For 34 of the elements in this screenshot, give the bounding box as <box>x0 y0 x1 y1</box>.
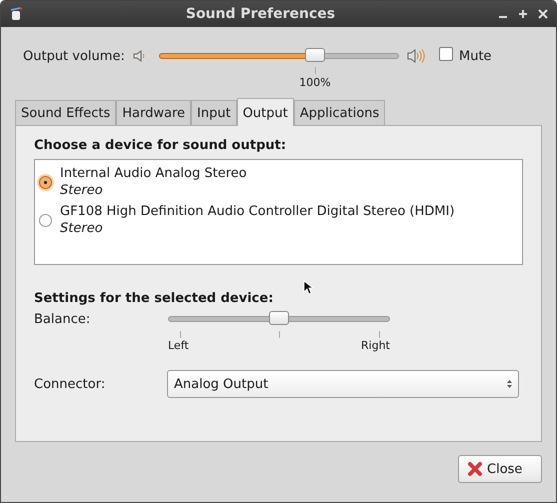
output-volume-label: Output volume: <box>23 49 126 64</box>
close-button[interactable]: Close <box>458 455 542 483</box>
window-title: Sound Preferences <box>184 6 336 22</box>
speaker-low-icon <box>133 49 145 63</box>
section-heading: Choose a device for sound output: <box>34 138 288 153</box>
device-profile: Stereo <box>60 182 104 199</box>
device-name[interactable]: GF108 High Definition Audio Controller Digital Stereo (HDMI) <box>60 203 455 220</box>
left-label: Left <box>168 339 189 352</box>
section-heading: Settings for the selected device: <box>34 291 274 306</box>
device-name[interactable]: Internal Audio Analog Stereo <box>60 165 247 182</box>
radio-button[interactable] <box>39 176 52 188</box>
mute-checkbox[interactable] <box>439 47 453 61</box>
balance-label: Balance: <box>34 312 92 329</box>
device-profile: Stereo <box>60 220 104 237</box>
slider[interactable] <box>159 47 399 65</box>
slider[interactable] <box>168 310 390 328</box>
right-label: Right <box>361 339 390 352</box>
spinner-arrows-icon <box>507 380 512 388</box>
close-icon <box>467 461 483 477</box>
maximize-icon[interactable] <box>518 9 528 19</box>
tab[interactable]: Input <box>191 100 237 125</box>
mouse-cursor-icon <box>303 280 313 295</box>
speaker-high-icon <box>407 48 425 64</box>
tab[interactable]: Applications <box>294 100 386 125</box>
connector-dropdown[interactable]: Analog Output <box>167 370 519 398</box>
mute-label: Mute <box>459 49 492 64</box>
tab[interactable]: Output <box>236 98 294 126</box>
radio-button[interactable] <box>39 214 52 226</box>
connector-label: Connector: <box>34 376 106 392</box>
volume-reading: 100% <box>299 76 331 89</box>
close-icon[interactable] <box>538 9 548 19</box>
tab[interactable]: Sound Effects <box>15 100 116 125</box>
tab[interactable]: Hardware <box>116 100 192 125</box>
app-icon <box>9 7 23 21</box>
